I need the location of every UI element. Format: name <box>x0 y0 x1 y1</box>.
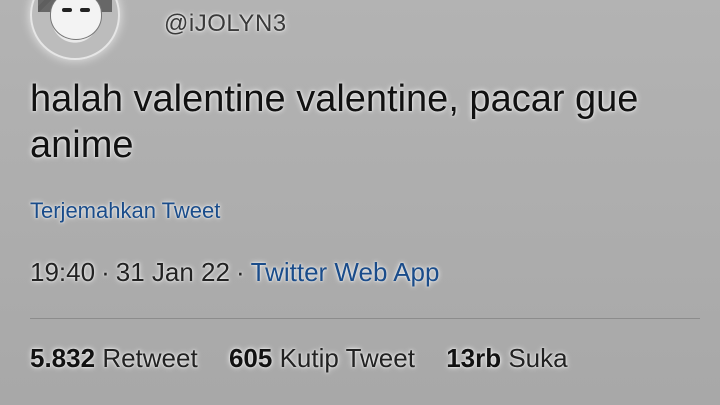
stat-label: Suka <box>508 343 568 373</box>
stat-count: 605 <box>228 343 273 373</box>
stat-retweets[interactable]: 5.832 Retweet <box>30 343 198 374</box>
stat-quote-tweets[interactable]: 605 Kutip Tweet <box>229 343 415 374</box>
meta-separator: · <box>235 257 245 287</box>
tweet-card: @iJOLYN3 halah valentine valentine, paca… <box>0 0 720 405</box>
translate-tweet-link[interactable]: Terjemahkan Tweet <box>30 198 220 224</box>
stat-label: Retweet <box>102 343 198 373</box>
tweet-stats: 5.832 Retweet 605 Kutip Tweet 13rb Suka <box>30 343 592 374</box>
avatar-face <box>50 0 102 40</box>
tweet-source-link[interactable]: Twitter Web App <box>251 257 440 287</box>
author-handle[interactable]: @iJOLYN3 <box>164 10 287 38</box>
stat-likes[interactable]: 13rb Suka <box>446 343 567 374</box>
tweet-time[interactable]: 19:40 <box>30 257 95 287</box>
avatar-eye-left <box>62 8 72 12</box>
stat-label: Kutip Tweet <box>279 343 415 373</box>
meta-separator: · <box>101 257 110 287</box>
tweet-meta: 19:40 · 31 Jan 22 · Twitter Web App <box>30 257 439 288</box>
avatar-eye-right <box>80 8 90 12</box>
stat-count: 5.832 <box>30 343 96 373</box>
tweet-text: halah valentine valentine, pacar gue ani… <box>30 78 639 166</box>
tweet-date[interactable]: 31 Jan 22 <box>116 257 230 287</box>
avatar[interactable] <box>30 0 120 60</box>
stat-count: 13rb <box>446 343 502 373</box>
divider <box>30 318 700 319</box>
